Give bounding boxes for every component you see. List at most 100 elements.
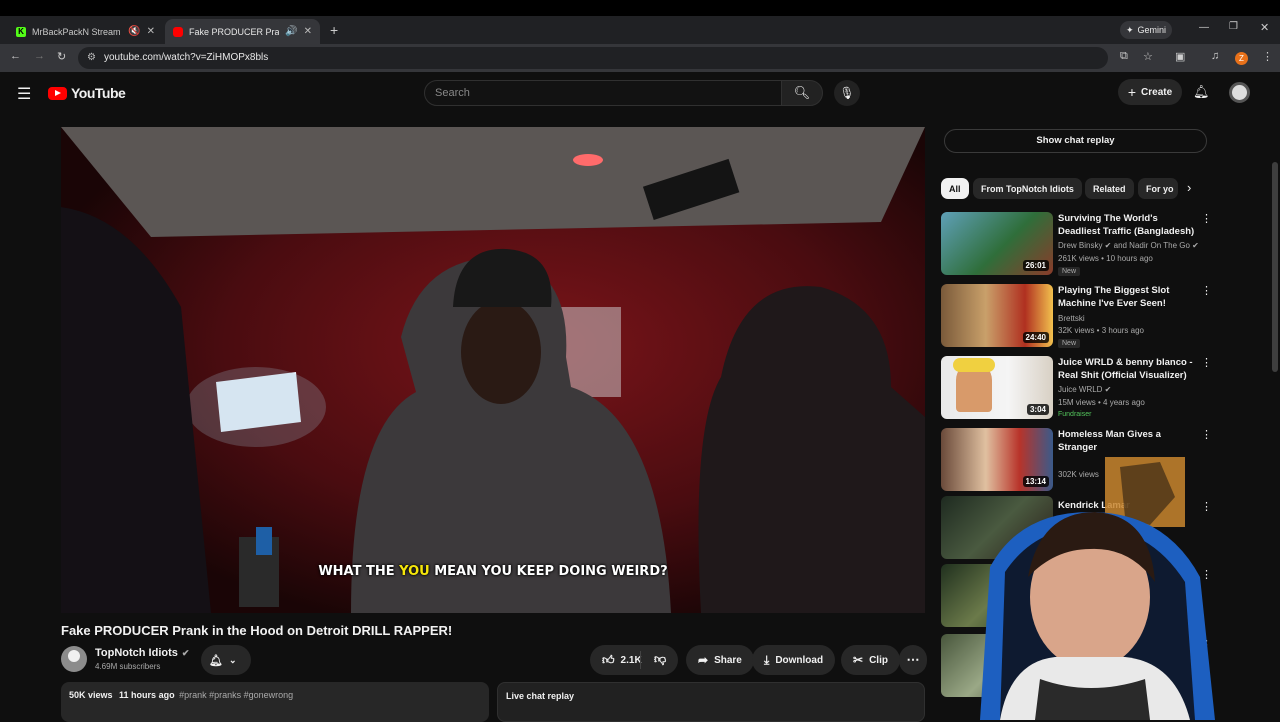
- download-icon: ⤓: [764, 652, 770, 667]
- restore-icon[interactable]: ❐: [1229, 21, 1238, 32]
- close-window-icon[interactable]: ✕: [1260, 21, 1269, 34]
- profile-avatar[interactable]: Z: [1235, 52, 1248, 65]
- more-vertical-icon[interactable]: ⋮: [1201, 428, 1212, 441]
- video-duration: 26:01: [1022, 260, 1049, 271]
- more-vertical-icon[interactable]: ⋮: [1201, 284, 1212, 297]
- recommendation-meta: 261K views • 10 hours ago: [1058, 254, 1153, 263]
- scissors-icon: ✂: [853, 653, 864, 667]
- recommendation-item[interactable]: 24:40 Playing The Biggest Slot Machine I…: [941, 284, 1212, 348]
- tab-title: Fake PRODUCER Prank in th: [189, 26, 280, 37]
- tab-youtube[interactable]: Fake PRODUCER Prank in th 🔊 ✕: [165, 19, 320, 44]
- recommendation-title: Playing The Biggest Slot Machine I've Ev…: [1058, 285, 1170, 309]
- side-panel-icon[interactable]: ▣: [1175, 50, 1185, 63]
- youtube-page: ☰ YouTube Search 🔍︎ 🎙︎ + Create 🔔︎ WHAT …: [0, 72, 1270, 722]
- chip-all[interactable]: All: [941, 178, 969, 199]
- install-app-icon[interactable]: ⧉: [1120, 50, 1128, 63]
- share-label: Share: [714, 654, 742, 666]
- channel-name: TopNotch Idiots: [95, 647, 178, 659]
- description-box[interactable]: 50K views 11 hours ago #prank #pranks #g…: [61, 682, 489, 722]
- page-scrollbar[interactable]: [1270, 72, 1280, 720]
- video-duration: 24:40: [1022, 332, 1049, 343]
- more-actions-button[interactable]: ⋯: [899, 645, 927, 675]
- notifications-bell-icon[interactable]: 🔔︎: [1193, 84, 1210, 100]
- site-info-icon[interactable]: ⚙: [87, 47, 96, 69]
- hamburger-menu-icon[interactable]: ☰: [17, 84, 31, 104]
- more-horizontal-icon: ⋯: [906, 652, 920, 667]
- back-arrow-icon[interactable]: ←: [10, 50, 21, 62]
- recommendation-item[interactable]: 26:01 Surviving The World's Deadliest Tr…: [941, 212, 1212, 276]
- channel-name-row[interactable]: TopNotch Idiots ✔: [95, 647, 189, 659]
- view-count: 50K views: [69, 690, 113, 700]
- tab-stream[interactable]: K MrBackPackN Stream - Wa 🔇 ✕: [8, 19, 163, 44]
- more-vertical-icon[interactable]: ⋮: [1201, 212, 1212, 225]
- clip-label: Clip: [869, 654, 888, 666]
- media-control-icon[interactable]: ♫: [1211, 50, 1219, 62]
- chip-for-you[interactable]: For yo: [1138, 178, 1178, 199]
- audio-playing-icon[interactable]: 🔊: [285, 26, 297, 37]
- chevron-down-icon: ⌄: [228, 654, 237, 665]
- gemini-button[interactable]: ✦ Gemini: [1120, 21, 1172, 39]
- live-chat-panel[interactable]: Live chat replay: [497, 682, 925, 722]
- video-frame: [61, 127, 925, 613]
- webcam-overlay: [960, 457, 1232, 720]
- share-arrow-icon: ➦: [698, 653, 709, 667]
- youtube-play-logo-icon: [48, 86, 67, 100]
- download-button[interactable]: ⤓ Download: [752, 645, 836, 675]
- recommendation-title: Juice WRLD & benny blanco - Real Shit (O…: [1058, 357, 1193, 381]
- address-bar[interactable]: ⚙ youtube.com/watch?v=ZiHMOPx8bls: [78, 47, 1108, 69]
- share-button[interactable]: ➦ Share: [686, 645, 754, 675]
- mute-icon[interactable]: 🔇: [128, 26, 140, 37]
- new-tab-button[interactable]: +: [330, 22, 338, 38]
- video-thumbnail[interactable]: 24:40: [941, 284, 1053, 347]
- channel-avatar[interactable]: [61, 646, 87, 672]
- youtube-logo-text: YouTube: [71, 85, 126, 101]
- download-label: Download: [775, 654, 824, 666]
- forward-arrow-icon[interactable]: →: [34, 50, 45, 62]
- subscribed-notifications-button[interactable]: 🔔︎ ⌄: [201, 645, 251, 675]
- create-label: Create: [1141, 86, 1173, 98]
- new-badge: New: [1058, 267, 1081, 276]
- new-badge: New: [1058, 339, 1081, 348]
- caption-text-post: MEAN YOU KEEP DOING WEIRD?: [429, 564, 668, 579]
- gemini-label: Gemini: [1137, 25, 1167, 35]
- clip-button[interactable]: ✂ Clip: [841, 645, 900, 675]
- tab-title: MrBackPackN Stream - Wa: [32, 26, 122, 37]
- recommendation-channel: Brettski: [1058, 314, 1085, 323]
- more-vertical-icon[interactable]: ⋮: [1201, 356, 1212, 369]
- plus-icon: +: [1127, 84, 1137, 100]
- chevron-right-icon[interactable]: ›: [1187, 180, 1191, 195]
- reload-icon[interactable]: ↻: [57, 50, 66, 63]
- show-chat-replay-button[interactable]: Show chat replay: [944, 129, 1207, 153]
- video-thumbnail[interactable]: 3:04: [941, 356, 1053, 419]
- youtube-logo[interactable]: YouTube: [48, 85, 126, 101]
- search-input[interactable]: Search: [424, 80, 782, 106]
- thumbs-down-icon[interactable]: 👎︎: [654, 652, 666, 667]
- close-tab-icon[interactable]: ✕: [304, 26, 312, 37]
- url-text: youtube.com/watch?v=ZiHMOPx8bls: [104, 52, 269, 63]
- like-button[interactable]: 👍︎ 2.1K 👎︎: [590, 645, 678, 675]
- video-title: Fake PRODUCER Prank in the Hood on Detro…: [61, 623, 453, 638]
- video-player[interactable]: WHAT THE YOU MEAN YOU KEEP DOING WEIRD?: [61, 127, 925, 613]
- bookmark-star-icon[interactable]: ☆: [1143, 50, 1153, 63]
- account-avatar[interactable]: [1229, 82, 1250, 103]
- voice-search-button[interactable]: 🎙︎: [834, 80, 860, 106]
- search-button[interactable]: 🔍︎: [781, 80, 823, 106]
- like-count: 2.1K: [620, 654, 642, 666]
- search-icon: 🔍︎: [793, 85, 811, 100]
- minimize-icon[interactable]: —: [1199, 22, 1209, 33]
- hashtags[interactable]: #prank #pranks #gonewrong: [179, 690, 293, 700]
- show-chat-replay-label: Show chat replay: [1036, 135, 1115, 146]
- chip-from-channel[interactable]: From TopNotch Idiots: [973, 178, 1082, 199]
- create-button[interactable]: + Create: [1118, 79, 1182, 105]
- recommendation-meta: 32K views • 3 hours ago: [1058, 326, 1144, 335]
- scrollbar-thumb[interactable]: [1272, 162, 1278, 372]
- recommendation-item[interactable]: 3:04 Juice WRLD & benny blanco - Real Sh…: [941, 356, 1212, 420]
- caption-highlight: YOU: [399, 564, 430, 579]
- chip-related[interactable]: Related: [1085, 178, 1134, 199]
- address-toolbar: ← → ↻ ⚙ youtube.com/watch?v=ZiHMOPx8bls …: [0, 44, 1280, 72]
- chrome-menu-icon[interactable]: ⋮: [1262, 50, 1273, 63]
- youtube-favicon-icon: [173, 26, 183, 37]
- video-thumbnail[interactable]: 26:01: [941, 212, 1053, 275]
- kick-favicon-icon: K: [16, 26, 26, 37]
- close-tab-icon[interactable]: ✕: [147, 26, 155, 37]
